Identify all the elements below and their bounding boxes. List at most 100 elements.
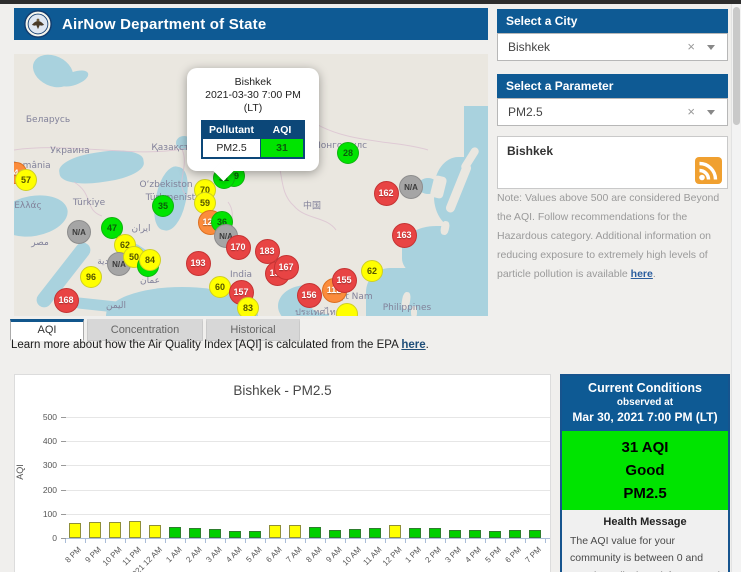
cc-health-section: Health Message The AQI value for your co… bbox=[562, 510, 728, 572]
chart-bar[interactable] bbox=[89, 522, 101, 538]
map-country-label: ايران bbox=[131, 224, 150, 234]
chart-bar[interactable] bbox=[489, 531, 501, 538]
map-country-label: 中国 bbox=[303, 199, 321, 212]
chart-bar[interactable] bbox=[129, 521, 141, 538]
chart-bar[interactable] bbox=[189, 528, 201, 538]
aqi-marker[interactable]: 60 bbox=[209, 276, 231, 298]
chart-x-tick-label: 8 PM bbox=[64, 545, 84, 565]
chart-x-tick-mark bbox=[485, 539, 486, 543]
chart-x-tick-mark bbox=[345, 539, 346, 543]
map-country-label: ประเทศไทย bbox=[295, 305, 341, 316]
chart-x-tick-mark bbox=[225, 539, 226, 543]
chart-bar[interactable] bbox=[349, 529, 361, 538]
parameter-select[interactable]: PM2.5 × bbox=[497, 98, 728, 126]
aqi-marker[interactable]: 155 bbox=[332, 268, 357, 293]
cc-parameter: PM2.5 bbox=[623, 482, 666, 505]
city-clear-icon[interactable]: × bbox=[687, 39, 695, 54]
chart-x-tick-mark bbox=[65, 539, 66, 543]
aqi-marker[interactable]: 96 bbox=[80, 266, 102, 288]
learn-more-after: . bbox=[426, 339, 429, 351]
rss-icon[interactable] bbox=[695, 157, 722, 184]
aqi-marker[interactable]: 62 bbox=[361, 260, 383, 282]
chart-x-tick-mark bbox=[105, 539, 106, 543]
aqi-marker[interactable]: N/A bbox=[67, 220, 91, 244]
map-country-label: Беларусь bbox=[26, 115, 70, 125]
aqi-marker[interactable]: 170 bbox=[226, 235, 251, 260]
chart-bar[interactable] bbox=[289, 525, 301, 538]
chart-bar[interactable] bbox=[369, 528, 381, 538]
cc-observed-label: observed at bbox=[564, 397, 726, 408]
chart-bar[interactable] bbox=[409, 528, 421, 538]
scrollbar[interactable] bbox=[731, 4, 741, 572]
tab-aqi[interactable]: AQI bbox=[10, 319, 84, 341]
chart-x-tick-mark bbox=[305, 539, 306, 543]
chart-gridline bbox=[66, 490, 550, 491]
parameter-clear-icon[interactable]: × bbox=[687, 104, 695, 119]
chart-bar[interactable] bbox=[309, 527, 321, 538]
chart-bar[interactable] bbox=[429, 528, 441, 538]
chart-bar[interactable] bbox=[469, 530, 481, 538]
chart-gridline bbox=[66, 514, 550, 515]
aqi-marker[interactable]: 57 bbox=[15, 169, 37, 191]
aqi-marker[interactable]: 83 bbox=[237, 297, 259, 316]
chart-x-tick-mark bbox=[425, 539, 426, 543]
aqi-marker[interactable]: 162 bbox=[374, 181, 399, 206]
scrollbar-thumb[interactable] bbox=[733, 7, 740, 125]
tab-historical[interactable]: Historical bbox=[206, 319, 300, 341]
learn-more-here-link[interactable]: here bbox=[401, 339, 425, 351]
aqi-marker[interactable]: 28 bbox=[337, 142, 359, 164]
chart-bar[interactable] bbox=[169, 527, 181, 538]
chart-bar[interactable] bbox=[249, 531, 261, 538]
chart-bar[interactable] bbox=[109, 522, 121, 538]
aqi-marker[interactable]: 193 bbox=[186, 251, 211, 276]
chart-x-tick-mark bbox=[445, 539, 446, 543]
aqi-marker[interactable]: 35 bbox=[152, 195, 174, 217]
map-country-label: Украина bbox=[50, 146, 89, 156]
chart-bar[interactable] bbox=[149, 525, 161, 538]
chart-bar[interactable] bbox=[329, 530, 341, 538]
city-dropdown-arrow-icon[interactable] bbox=[707, 45, 715, 50]
chart-x-tick-mark bbox=[325, 539, 326, 543]
aqi-marker[interactable]: 156 bbox=[297, 283, 322, 308]
chart-bar[interactable] bbox=[529, 530, 541, 538]
aqi-marker[interactable]: N/A bbox=[399, 175, 423, 199]
parameter-dropdown-arrow-icon[interactable] bbox=[707, 110, 715, 115]
state-department-seal-icon bbox=[24, 10, 52, 38]
map[interactable]: БеларусьУкраинаRomâniaΕλλάςTürkiyeҚазақс… bbox=[14, 54, 488, 316]
chart-x-tick-mark bbox=[265, 539, 266, 543]
aqi-marker[interactable]: 168 bbox=[54, 288, 79, 313]
chart-bar[interactable] bbox=[209, 529, 221, 538]
aqi-marker[interactable]: 84 bbox=[139, 249, 161, 271]
current-conditions-panel: Current Conditions observed at Mar 30, 2… bbox=[560, 374, 730, 572]
chart-x-tick-mark bbox=[125, 539, 126, 543]
map-country-label: عمان bbox=[140, 276, 160, 286]
chart-y-tick-label: 400 bbox=[23, 436, 57, 446]
chart-bar[interactable] bbox=[229, 531, 241, 538]
chart-x-tick-label: 10 PM bbox=[101, 545, 124, 568]
parameter-select-value: PM2.5 bbox=[508, 105, 543, 119]
chart-bar[interactable] bbox=[389, 525, 401, 538]
map-country-label: Oʻzbekiston bbox=[139, 180, 192, 190]
app-title: AirNow Department of State bbox=[62, 16, 266, 33]
popup-table: Pollutant AQI PM2.5 31 bbox=[201, 120, 305, 159]
city-select[interactable]: Bishkek × bbox=[497, 33, 728, 61]
chart-x-tick-mark bbox=[505, 539, 506, 543]
chart-bar[interactable] bbox=[269, 525, 281, 538]
chart-gridline bbox=[66, 465, 550, 466]
aqi-marker[interactable]: 167 bbox=[274, 255, 299, 280]
chart-plot: 01002003004005008 PM9 PM10 PM11 PM3/30/2… bbox=[15, 375, 552, 572]
chart-x-tick-label: 2 AM bbox=[184, 545, 203, 564]
chart-x-tick-label: 10 AM bbox=[341, 545, 363, 567]
note-here-link[interactable]: here bbox=[631, 268, 653, 280]
tab-concentration[interactable]: Concentration bbox=[87, 319, 203, 341]
chart-x-tick-mark bbox=[165, 539, 166, 543]
aqi-marker[interactable]: 163 bbox=[392, 223, 417, 248]
chart-x-tick-label: 5 PM bbox=[484, 545, 504, 565]
chart-y-tick-mark bbox=[61, 465, 66, 466]
chart-bar[interactable] bbox=[449, 530, 461, 538]
chart-bar[interactable] bbox=[69, 523, 81, 538]
chart-y-axis-label: AQI bbox=[15, 464, 25, 480]
chart-bar[interactable] bbox=[509, 530, 521, 538]
popup-pollutant-value: PM2.5 bbox=[202, 139, 260, 159]
chart-x-tick-label: 6 AM bbox=[264, 545, 283, 564]
